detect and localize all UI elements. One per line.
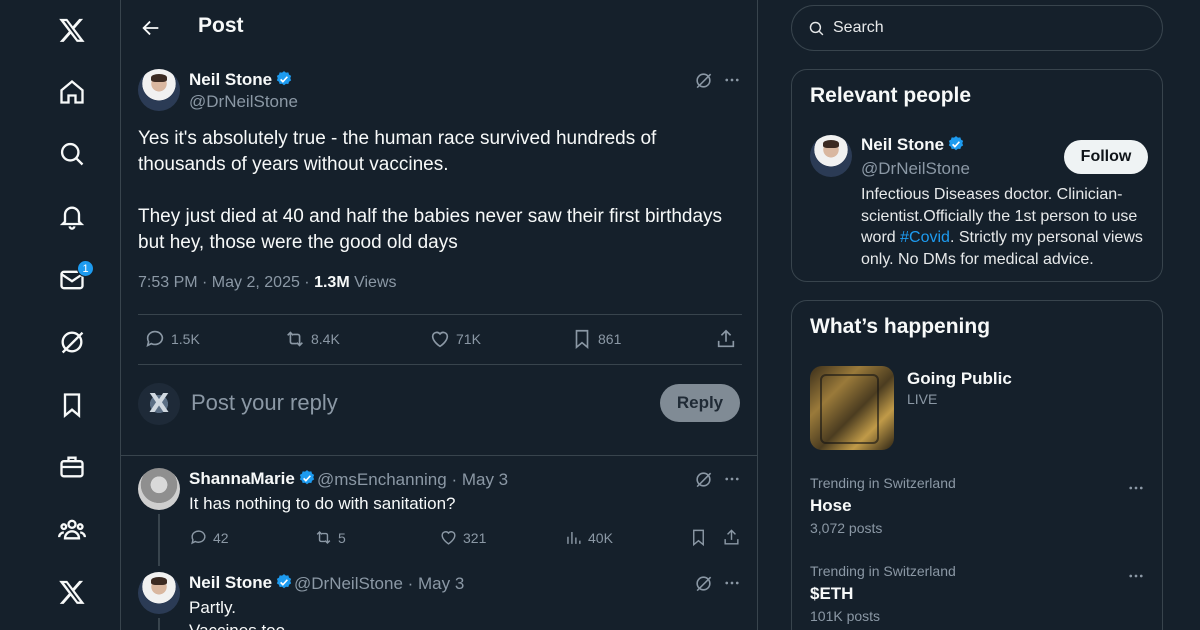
event-status: LIVE	[907, 391, 938, 407]
reply-handle-time[interactable]: @DrNeilStone · May 3	[294, 574, 464, 594]
more-options-icon[interactable]	[721, 572, 743, 594]
reply-input[interactable]: Post your reply	[191, 390, 338, 416]
avatar[interactable]	[138, 468, 180, 510]
card-title: What’s happening	[810, 315, 991, 338]
grok-icon[interactable]	[692, 572, 714, 594]
divider	[138, 364, 742, 365]
x-logo-icon[interactable]	[56, 14, 88, 46]
more-options-icon[interactable]	[1126, 569, 1146, 583]
share-action[interactable]	[722, 528, 741, 547]
reply-author-name[interactable]: Neil Stone	[189, 573, 293, 593]
heart-icon	[441, 531, 456, 545]
follow-button[interactable]: Follow	[1064, 140, 1148, 174]
divider	[138, 314, 742, 315]
trend-category: Trending in Switzerland	[810, 475, 956, 491]
more-options-icon[interactable]	[721, 468, 743, 490]
main-column: Post Neil Stone @DrNeilStone Yes it's ab…	[120, 0, 758, 630]
trend-count: 3,072 posts	[810, 520, 883, 536]
bookmark-icon[interactable]	[56, 389, 88, 421]
bookmark-action[interactable]	[689, 528, 708, 547]
like-action[interactable]: 321	[439, 528, 486, 547]
thread-line	[158, 618, 160, 630]
share-icon	[724, 529, 739, 545]
post-paragraph: Yes it's absolutely true - the human rac…	[138, 128, 657, 175]
repost-action[interactable]: 8.4K	[284, 328, 340, 350]
heart-icon	[431, 331, 449, 348]
post-timestamp[interactable]: 7:53 PM · May 2, 2025 · 1.3M Views	[138, 274, 397, 292]
views-count: 1.3M	[314, 274, 350, 291]
reply-author-name[interactable]: ShannaMarie	[189, 469, 316, 489]
x-premium-icon[interactable]	[56, 576, 88, 608]
back-arrow-icon[interactable]	[137, 14, 165, 42]
right-sidebar: Search Relevant people Neil Stone @DrNei…	[790, 0, 1164, 630]
repost-action[interactable]: 5	[314, 528, 346, 547]
reply-text: Partly.	[189, 598, 236, 617]
verified-badge-icon	[299, 470, 314, 485]
avatar[interactable]	[138, 69, 180, 111]
grok-icon[interactable]	[692, 468, 714, 490]
left-navigation: 1	[0, 0, 120, 630]
reply-icon	[146, 330, 164, 347]
analytics-icon	[567, 531, 581, 544]
bookmark-action[interactable]: 861	[571, 328, 621, 350]
search-input[interactable]: Search	[791, 5, 1163, 51]
share-action[interactable]	[715, 328, 737, 350]
search-icon	[809, 21, 824, 35]
more-options-icon[interactable]	[1126, 481, 1146, 495]
trend-count: 101K posts	[810, 608, 881, 624]
views-action[interactable]: 40K	[564, 528, 613, 547]
trend-name[interactable]: Hose	[810, 496, 852, 516]
verified-badge-icon	[277, 574, 292, 589]
current-user-avatar[interactable]: X	[138, 383, 180, 425]
reply-action[interactable]: 42	[189, 528, 229, 547]
like-action[interactable]: 71K	[429, 328, 481, 350]
verified-badge-icon	[277, 71, 292, 86]
person-bio: Infectious Diseases doctor. Clinician-sc…	[861, 186, 1143, 268]
thread-line	[158, 514, 160, 566]
verified-badge-icon	[949, 136, 964, 151]
share-icon	[717, 329, 735, 348]
trend-name[interactable]: $ETH	[810, 584, 853, 604]
reply-action[interactable]: 1.5K	[144, 328, 200, 350]
hashtag-link[interactable]: #Covid	[900, 229, 950, 246]
more-options-icon[interactable]	[721, 69, 743, 91]
event-name[interactable]: Going Public	[907, 369, 1012, 389]
trend-category: Trending in Switzerland	[810, 563, 956, 579]
bell-icon[interactable]	[56, 201, 88, 233]
reply-handle-time[interactable]: @msEnchanning · May 3	[317, 470, 508, 490]
bookmark-icon	[575, 329, 589, 350]
person-handle[interactable]: @DrNeilStone	[861, 159, 970, 179]
divider	[121, 455, 758, 456]
reply-text: Vaccines too.	[189, 619, 290, 630]
notification-badge: 1	[77, 260, 94, 277]
person-name[interactable]: Neil Stone	[861, 135, 965, 155]
post-text: Yes it's absolutely true - the human rac…	[138, 126, 748, 282]
post-paragraph: They just died at 40 and half the babies…	[138, 206, 723, 253]
communities-icon[interactable]	[56, 513, 88, 545]
briefcase-icon[interactable]	[56, 451, 88, 483]
whats-happening-card: What’s happening Going Public LIVE Trend…	[791, 300, 1163, 630]
reply-text: It has nothing to do with sanitation?	[189, 494, 456, 513]
search-icon[interactable]	[56, 138, 88, 170]
bookmark-icon	[693, 529, 704, 547]
author-name[interactable]: Neil Stone	[189, 70, 293, 90]
reply-button[interactable]: Reply	[660, 384, 740, 422]
grok-icon[interactable]	[692, 69, 714, 91]
home-icon[interactable]	[56, 76, 88, 108]
repost-icon	[287, 331, 303, 347]
event-thumbnail[interactable]	[810, 366, 894, 450]
author-handle[interactable]: @DrNeilStone	[189, 92, 298, 112]
grok-icon[interactable]	[56, 326, 88, 358]
card-title: Relevant people	[810, 84, 972, 107]
repost-icon	[316, 530, 331, 545]
avatar[interactable]	[810, 135, 852, 177]
mail-icon[interactable]: 1	[56, 260, 94, 296]
relevant-people-card: Relevant people Neil Stone @DrNeilStone …	[791, 69, 1163, 282]
page-title: Post	[198, 14, 244, 37]
avatar[interactable]	[138, 572, 180, 614]
reply-icon	[191, 530, 206, 545]
